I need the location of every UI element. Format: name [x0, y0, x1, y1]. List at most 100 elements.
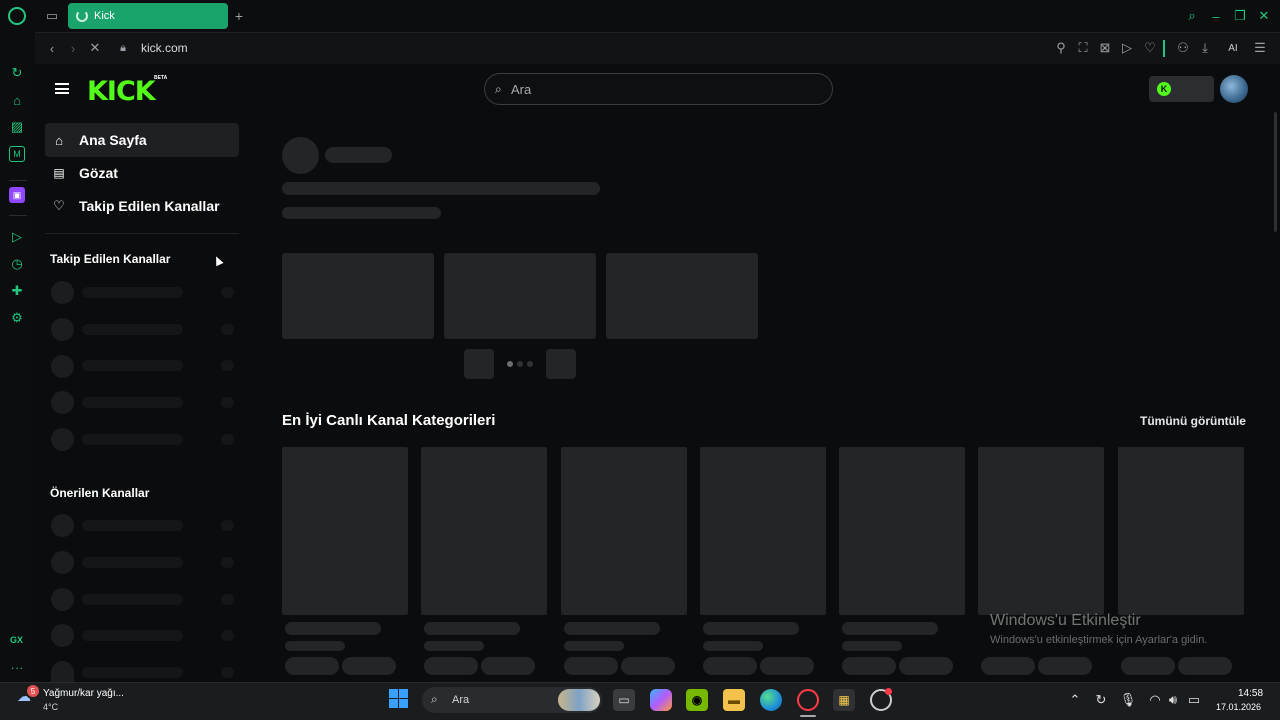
start-button[interactable]	[389, 689, 408, 708]
gx-corner-icon[interactable]: ⌂	[9, 92, 25, 108]
category-name-skeleton	[424, 622, 520, 635]
category-tag-skeleton	[1121, 657, 1175, 675]
channel-avatar-skeleton	[51, 551, 74, 574]
player-icon[interactable]: ▷	[9, 229, 25, 245]
heart-icon: ♡	[53, 198, 65, 213]
clock-time[interactable]: 14:58	[1238, 688, 1263, 699]
carousel-prev-button[interactable]	[464, 349, 494, 379]
category-card-skeleton[interactable]	[421, 447, 547, 615]
category-tag-skeleton	[1178, 657, 1232, 675]
page-scrollbar[interactable]	[1274, 112, 1277, 232]
heart-bookmark-icon[interactable]: ♡	[1143, 40, 1157, 55]
gx-control-icon[interactable]: ▨	[9, 119, 25, 135]
carousel-dot[interactable]	[527, 361, 533, 367]
kick-points-button[interactable]: K	[1149, 76, 1214, 102]
wifi-icon[interactable]: ◠	[1148, 692, 1162, 707]
clock-date[interactable]: 17.01.2026	[1216, 702, 1261, 712]
carousel-next-button[interactable]	[546, 349, 576, 379]
opera-gx-taskbar-icon[interactable]	[797, 689, 819, 711]
carousel-card-skeleton[interactable]	[444, 253, 596, 339]
view-all-link[interactable]: Tümünü görüntüle	[1140, 414, 1246, 428]
profile-icon[interactable]: ⚇	[1176, 40, 1190, 55]
pin-icon[interactable]: ⚲	[1054, 40, 1068, 55]
channel-name-skeleton	[82, 397, 183, 408]
easy-setup-menu-icon[interactable]: ☰	[1253, 40, 1267, 55]
weather-title[interactable]: Yağmur/kar yağı...	[43, 688, 124, 699]
play-icon[interactable]: ▷	[1120, 40, 1134, 55]
carousel-dot[interactable]	[517, 361, 523, 367]
user-avatar[interactable]	[1220, 75, 1248, 103]
nav-following[interactable]: Takip Edilen Kanallar	[45, 189, 239, 223]
ms-store-icon[interactable]: ▦	[833, 689, 855, 711]
file-explorer-icon[interactable]: ▬	[723, 689, 745, 711]
recommended-section-title: Önerilen Kanallar	[50, 486, 150, 500]
hamburger-menu-icon[interactable]	[55, 83, 69, 94]
task-view-icon[interactable]: ▭	[613, 689, 635, 711]
nav-home[interactable]: Ana Sayfa	[45, 123, 239, 157]
gx-label: GX	[10, 635, 24, 645]
settings-gear-icon[interactable]: ⚙	[9, 310, 25, 326]
tab-island-icon[interactable]: ▭	[44, 8, 60, 24]
kick-logo[interactable]: KICK	[87, 76, 156, 107]
history-icon[interactable]: ◷	[9, 256, 25, 272]
category-card-skeleton[interactable]	[978, 447, 1104, 615]
new-tab-button[interactable]: +	[231, 8, 247, 24]
channel-count-skeleton	[221, 520, 234, 531]
forward-button[interactable]: ›	[66, 41, 80, 56]
volume-icon[interactable]: 🔊︎	[1166, 692, 1180, 707]
channel-count-skeleton	[221, 667, 234, 678]
minimize-icon[interactable]: –	[1208, 8, 1224, 24]
stop-loading-icon[interactable]: ✕	[88, 40, 102, 55]
category-tag-skeleton	[424, 657, 478, 675]
category-card-skeleton[interactable]	[839, 447, 965, 615]
channel-name-skeleton	[82, 434, 183, 445]
copilot-icon[interactable]	[650, 689, 672, 711]
lock-icon[interactable]: 🔒︎	[117, 41, 129, 55]
chevron-up-icon[interactable]: ⌃	[1068, 692, 1082, 707]
adblock-icon[interactable]: ⊠	[1098, 40, 1112, 55]
battery-icon[interactable]: ▭	[1187, 692, 1201, 707]
category-viewers-skeleton	[703, 641, 763, 651]
opera-gx-logo-icon[interactable]	[8, 7, 26, 25]
back-button[interactable]: ‹	[45, 41, 59, 56]
nvidia-icon[interactable]: ◉	[686, 689, 708, 711]
category-card-skeleton[interactable]	[561, 447, 687, 615]
category-tag-skeleton	[703, 657, 757, 675]
edge-icon[interactable]	[760, 689, 782, 711]
carousel-card-skeleton[interactable]	[606, 253, 758, 339]
messenger-icon[interactable]: M	[9, 146, 25, 162]
activation-watermark-subtitle: Windows'u etkinleştirmek için Ayarlar'a …	[990, 634, 1208, 646]
carousel-card-skeleton[interactable]	[282, 253, 434, 339]
nav-browse[interactable]: Gözat	[45, 156, 239, 190]
category-card-skeleton[interactable]	[282, 447, 408, 615]
twitch-icon[interactable]: ▣	[9, 187, 25, 203]
category-card-skeleton[interactable]	[1118, 447, 1244, 615]
extensions-icon[interactable]: ✚	[9, 283, 25, 299]
refresh-sidebar-icon[interactable]: ↻	[9, 65, 25, 81]
weather-temp: 4°C	[43, 702, 59, 712]
ai-button[interactable]: AI	[1220, 41, 1246, 55]
tab-title: Kick	[94, 10, 115, 22]
snapshot-icon[interactable]: ⛶	[1076, 40, 1090, 55]
featured-name-skeleton	[325, 147, 392, 163]
category-card-skeleton[interactable]	[700, 447, 826, 615]
nav-home-label: Ana Sayfa	[79, 132, 147, 148]
tab-kick[interactable]: Kick	[68, 3, 228, 29]
search-tabs-icon[interactable]: ⌕	[1184, 8, 1200, 24]
more-sidebar-button[interactable]: ...	[11, 658, 24, 672]
loading-spinner-icon	[76, 10, 88, 22]
carousel-dot[interactable]	[507, 361, 513, 367]
category-tag-skeleton	[564, 657, 618, 675]
category-viewers-skeleton	[424, 641, 484, 651]
search-input[interactable]: ⌕ Ara	[484, 73, 833, 105]
sync-icon[interactable]: ↻	[1094, 692, 1108, 707]
maximize-icon[interactable]: ❐	[1232, 8, 1248, 24]
sidebar-divider	[9, 215, 27, 216]
download-icon[interactable]: ⤓	[1198, 40, 1212, 55]
url-field[interactable]: kick.com	[141, 41, 188, 55]
channel-name-skeleton	[82, 557, 183, 568]
microphone-icon[interactable]: 🎙︎	[1120, 692, 1137, 707]
category-tag-skeleton	[981, 657, 1035, 675]
channel-name-skeleton	[82, 667, 183, 678]
close-icon[interactable]: ✕	[1256, 8, 1272, 24]
